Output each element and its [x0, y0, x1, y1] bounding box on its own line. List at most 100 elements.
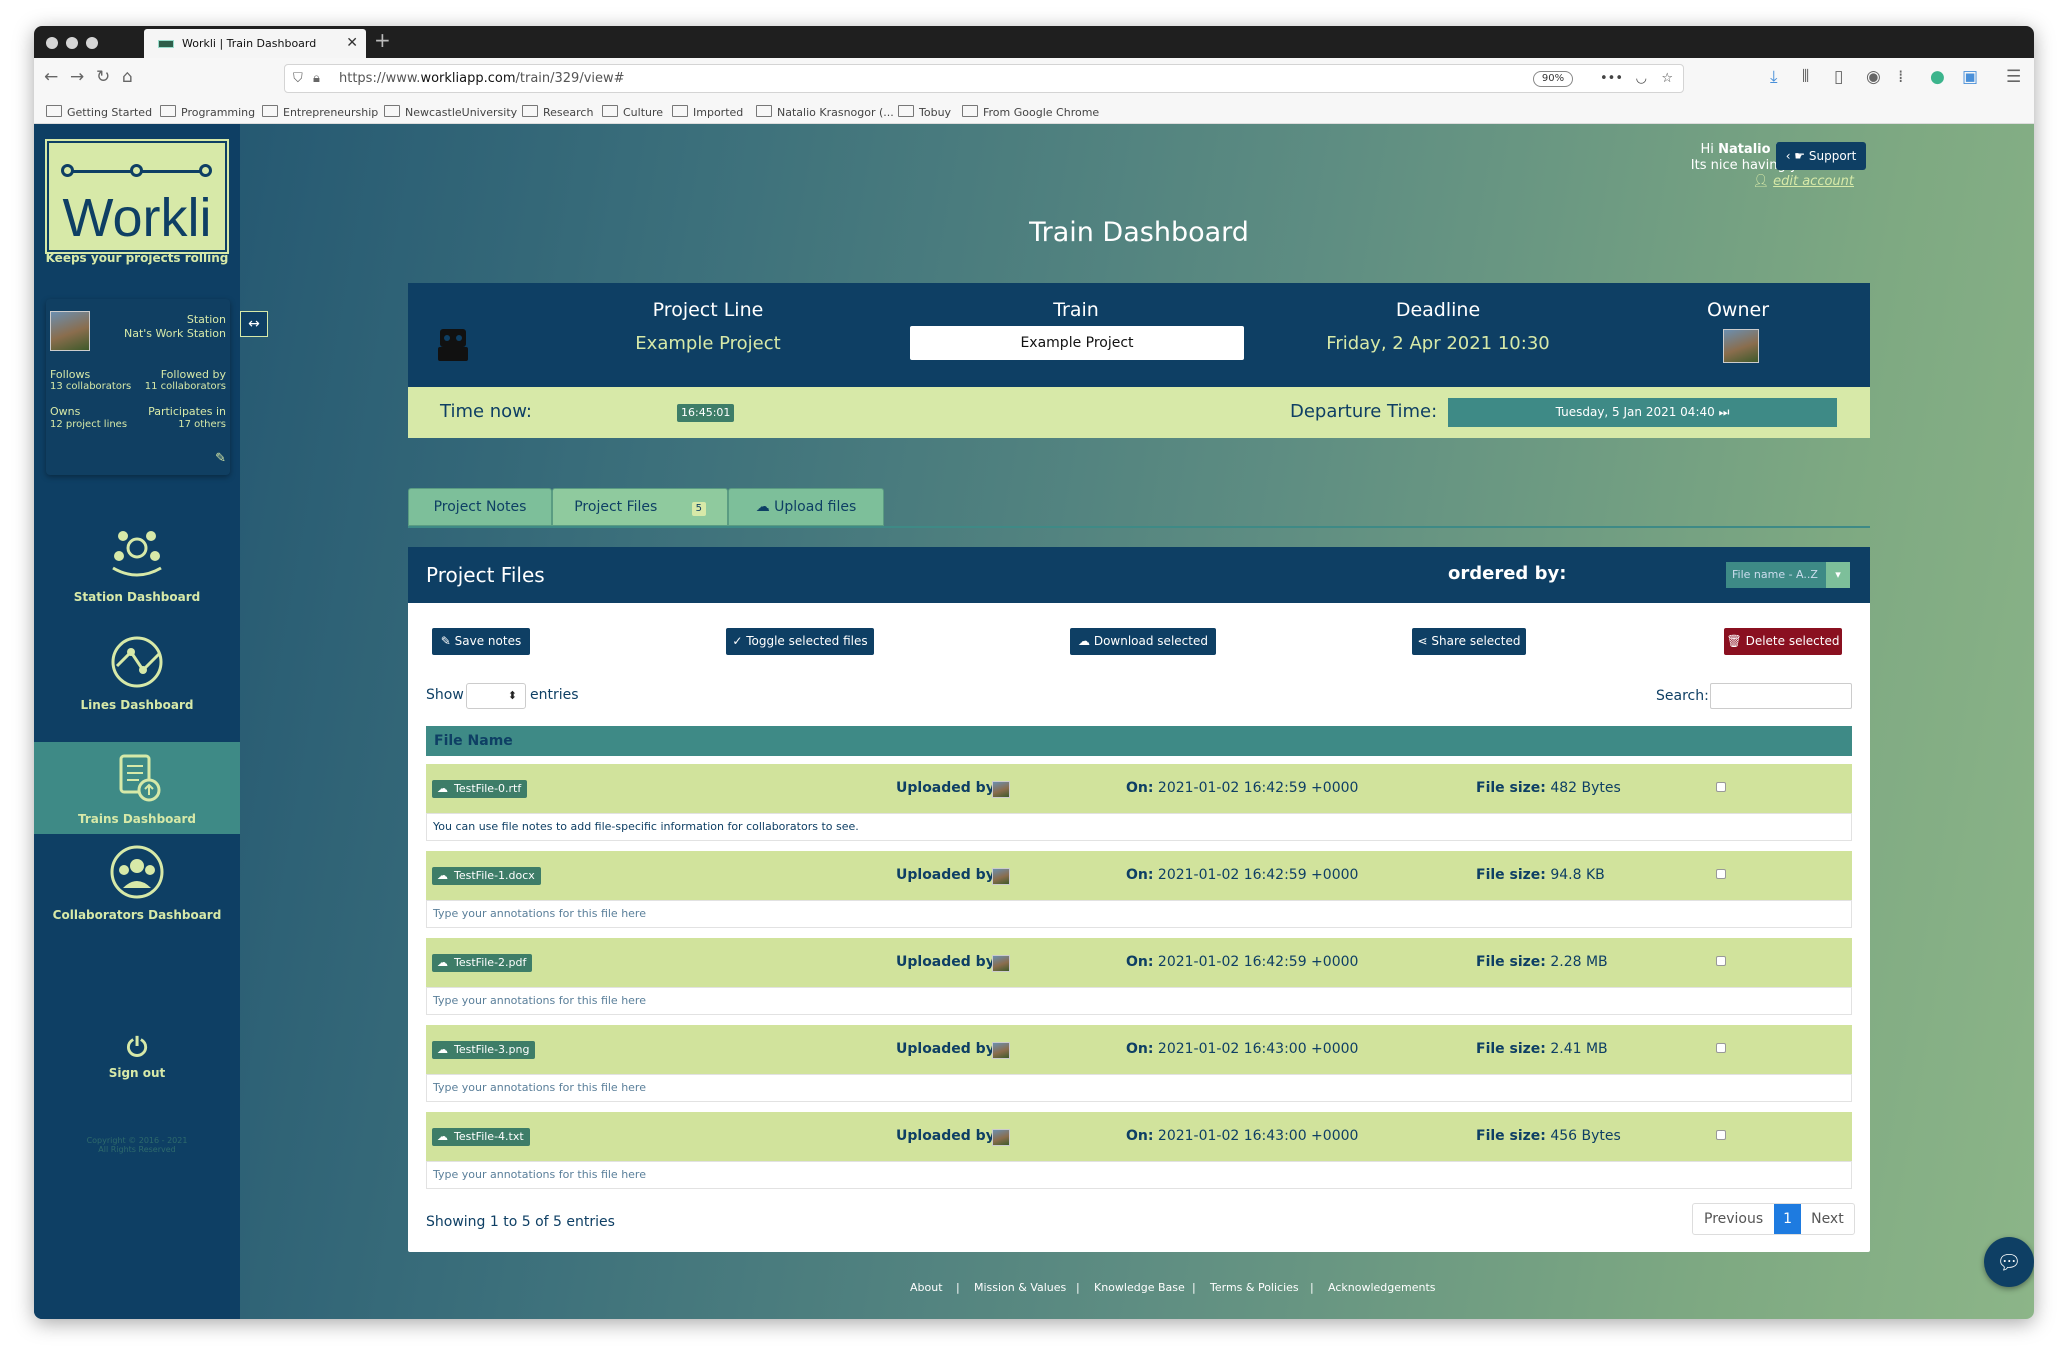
file-select-checkbox[interactable] [1716, 1043, 1726, 1053]
minimize-window-button[interactable] [66, 37, 78, 49]
sidebar-icon[interactable]: ▯ [1834, 67, 1843, 87]
bookmark-item[interactable]: Culture [602, 105, 663, 119]
uploader-avatar[interactable] [992, 955, 1010, 972]
footer-link[interactable]: About [910, 1281, 943, 1294]
file-note-input[interactable]: Type your annotations for this file here [426, 900, 1852, 928]
account-icon[interactable]: ◉ [1866, 67, 1881, 87]
footer-link[interactable]: Terms & Policies [1210, 1281, 1299, 1294]
reload-icon[interactable]: ↻ [96, 67, 110, 87]
nav-trains-dashboard[interactable]: Trains Dashboard [34, 742, 240, 834]
forward-icon[interactable]: → [70, 67, 84, 87]
collapse-sidebar-button[interactable]: ↔ [240, 311, 268, 337]
nav-lines-dashboard[interactable]: Lines Dashboard [34, 632, 240, 737]
file-download-link[interactable]: TestFile-0.rtf [432, 780, 528, 798]
bookmark-star-icon[interactable]: ☆ [1661, 65, 1673, 92]
file-note-input[interactable]: You can use file notes to add file-speci… [426, 813, 1852, 841]
new-tab-icon[interactable]: + [374, 28, 391, 52]
owner-avatar[interactable] [1723, 329, 1759, 363]
train-name-input[interactable]: Example Project [910, 326, 1244, 360]
maximize-window-button[interactable] [86, 37, 98, 49]
library-icon[interactable]: ⫴ [1802, 67, 1809, 87]
screenshot-icon[interactable]: ▣ [1962, 67, 1978, 87]
support-button[interactable]: ‹ ☛ Support [1776, 142, 1866, 170]
file-select-checkbox[interactable] [1716, 782, 1726, 792]
close-tab-icon[interactable]: ✕ [346, 29, 358, 58]
share-selected-button[interactable]: ⋖ Share selected [1412, 628, 1526, 655]
close-window-button[interactable] [46, 37, 58, 49]
file-note-input[interactable]: Type your annotations for this file here [426, 1161, 1852, 1189]
bookmark-item[interactable]: From Google Chrome [962, 105, 1099, 119]
file-select-checkbox[interactable] [1716, 956, 1726, 966]
file-download-link[interactable]: TestFile-1.docx [432, 867, 541, 885]
edit-account-link[interactable]: edit account [1773, 174, 1854, 189]
uploader-avatar[interactable] [992, 1129, 1010, 1146]
pocket-icon[interactable]: ◡ [1636, 65, 1647, 92]
next-page-button[interactable]: Next [1801, 1204, 1854, 1234]
workli-logo[interactable]: Workli [45, 139, 229, 254]
lock-icon: 🔒︎ [313, 71, 320, 86]
download-selected-button[interactable]: ☁ Download selected [1070, 628, 1216, 655]
tab-project-files[interactable]: Project Files 5 [552, 488, 728, 526]
browser-tab[interactable]: Workli | Train Dashboard ✕ [144, 29, 366, 58]
followed-value[interactable]: 11 collaborators [145, 381, 226, 392]
footer-link[interactable]: Mission & Values [974, 1281, 1066, 1294]
bookmark-item[interactable]: NewcastleUniversity [384, 105, 517, 119]
chat-icon[interactable]: 💬︎ [1984, 1237, 2034, 1287]
table-row: TestFile-2.pdf Uploaded by: On: 2021-01-… [426, 938, 1852, 987]
uploader-avatar[interactable] [992, 868, 1010, 885]
download-icon[interactable]: ⤓ [1770, 67, 1778, 87]
bookmark-item[interactable]: Getting Started [46, 105, 152, 119]
extension-icon[interactable]: ⁞ [1898, 67, 1903, 87]
search-input[interactable] [1710, 683, 1852, 709]
bookmark-item[interactable]: Research [522, 105, 593, 119]
back-icon[interactable]: ← [44, 67, 58, 87]
home-icon[interactable]: ⌂ [122, 67, 133, 87]
bookmark-item[interactable]: Imported [672, 105, 743, 119]
grammarly-icon[interactable]: ● [1930, 67, 1945, 87]
entries-select[interactable]: ⬍ [466, 683, 526, 709]
delete-selected-button[interactable]: 🗑︎ Delete selected [1724, 628, 1842, 655]
order-select[interactable]: File name - A..Z ▾ [1726, 562, 1850, 588]
file-select-checkbox[interactable] [1716, 1130, 1726, 1140]
follows-value[interactable]: 13 collaborators [50, 381, 131, 392]
save-notes-button[interactable]: ✎ Save notes [432, 628, 530, 655]
sign-out-button[interactable]: ⏻ Sign out [34, 1034, 240, 1094]
menu-icon[interactable]: ☰ [2006, 67, 2021, 87]
project-header: Project Line Example Project Train Examp… [408, 283, 1870, 387]
file-download-link[interactable]: TestFile-3.png [432, 1041, 536, 1059]
bookmark-item[interactable]: Tobuy [898, 105, 951, 119]
bookmark-item[interactable]: Programming [160, 105, 255, 119]
page-1-button[interactable]: 1 [1774, 1204, 1802, 1234]
uploader-avatar[interactable] [992, 781, 1010, 798]
nav-collaborators-dashboard[interactable]: Collaborators Dashboard [34, 842, 240, 947]
file-note-input[interactable]: Type your annotations for this file here [426, 1074, 1852, 1102]
toggle-selected-button[interactable]: ✓ Toggle selected files [726, 628, 874, 655]
previous-page-button[interactable]: Previous [1693, 1204, 1774, 1234]
participates-value[interactable]: 17 others [178, 419, 226, 430]
tab-upload-files[interactable]: ☁ Upload files [728, 488, 884, 526]
bookmark-item[interactable]: Natalio Krasnogor (... [756, 105, 894, 119]
departure-value[interactable]: Tuesday, 5 Jan 2021 04:40 ⏭ [1448, 398, 1837, 427]
url-prefix: https://www. [339, 71, 421, 86]
uploader-avatar[interactable] [992, 1042, 1010, 1059]
more-actions-icon[interactable]: ••• [1600, 65, 1623, 92]
footer-link[interactable]: Knowledge Base [1094, 1281, 1185, 1294]
address-bar[interactable]: ⛉ 🔒︎ https://www.workliapp.com/train/329… [284, 64, 1684, 93]
bookmark-item[interactable]: Entrepreneurship [262, 105, 378, 119]
file-select-checkbox[interactable] [1716, 869, 1726, 879]
time-bar: Time now: 16:45:01 Departure Time: Tuesd… [408, 387, 1870, 438]
tab-project-notes[interactable]: Project Notes [408, 488, 552, 526]
column-header-file-name[interactable]: File Name [426, 726, 1852, 756]
file-download-link[interactable]: TestFile-2.pdf [432, 954, 533, 972]
zoom-badge[interactable]: 90% [1533, 71, 1573, 87]
file-download-link[interactable]: TestFile-4.txt [432, 1128, 530, 1146]
edit-icon[interactable]: ✎ [215, 451, 226, 466]
avatar[interactable] [50, 311, 90, 351]
station-name[interactable]: Nat's Work Station [124, 327, 226, 340]
footer-link[interactable]: Acknowledgements [1328, 1281, 1436, 1294]
owns-value[interactable]: 12 project lines [50, 419, 127, 430]
file-note-input[interactable]: Type your annotations for this file here [426, 987, 1852, 1015]
project-line-value[interactable]: Example Project [558, 333, 858, 354]
nav-station-dashboard[interactable]: Station Dashboard [34, 524, 240, 629]
deadline-value[interactable]: Friday, 2 Apr 2021 10:30 [1288, 333, 1588, 354]
